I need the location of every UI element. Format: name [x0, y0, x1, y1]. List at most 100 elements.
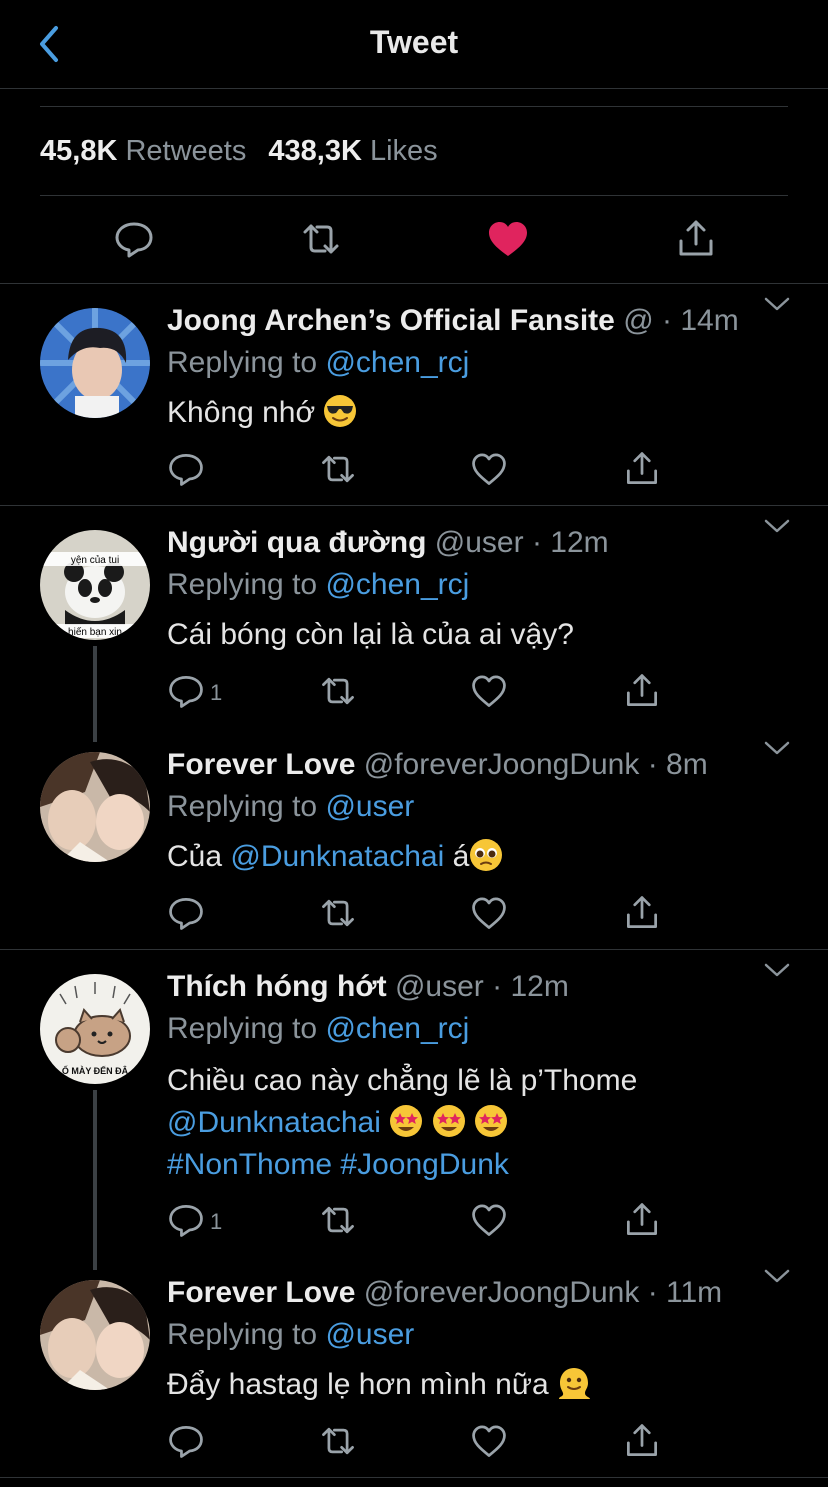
- reply-header: Forever Love @foreverJoongDunk · 11m: [167, 1276, 742, 1310]
- reply-icon[interactable]: [112, 217, 156, 261]
- replying-to-link[interactable]: @user: [325, 790, 414, 823]
- avatar[interactable]: Ố MÀY ĐẾN ĐÂ: [40, 974, 150, 1084]
- retweet-icon[interactable]: [318, 1421, 358, 1461]
- top-bar: Tweet: [0, 0, 828, 89]
- share-icon[interactable]: [622, 893, 662, 933]
- display-name[interactable]: Forever Love: [167, 1276, 355, 1309]
- handle[interactable]: @foreverJoongDunk: [364, 748, 640, 781]
- mention-link[interactable]: @Dunknatachai: [230, 840, 444, 873]
- reply-text: Không nhớ: [167, 392, 787, 434]
- reply-icon[interactable]: [166, 893, 206, 933]
- replying-to-link[interactable]: @chen_rcj: [325, 568, 469, 601]
- timestamp: · 12m: [531, 526, 609, 559]
- chevron-down-icon[interactable]: [762, 960, 792, 980]
- star-struck-emoji-icon: [432, 1104, 466, 1138]
- reply-text: Của @Dunknatachai á: [167, 836, 787, 878]
- reply-text-content: Không nhớ: [167, 396, 316, 429]
- reply-header: Forever Love @foreverJoongDunk · 8m: [167, 748, 742, 782]
- chevron-down-icon[interactable]: [762, 294, 792, 314]
- timestamp: · 12m: [492, 970, 569, 1003]
- reply-item[interactable]: yện của tui hiến bạn xin Người qua đường…: [0, 506, 828, 742]
- share-icon[interactable]: [622, 449, 662, 489]
- retweet-icon[interactable]: [318, 1200, 358, 1240]
- replying-label: Replying to: [167, 568, 318, 601]
- reply-text-prefix: Của: [167, 840, 231, 873]
- replying-to: Replying to @chen_rcj: [167, 346, 469, 380]
- reply-icon[interactable]: [166, 671, 206, 711]
- replying-label: Replying to: [167, 1012, 318, 1045]
- avatar-caption: Ố MÀY ĐẾN ĐÂ: [62, 1065, 129, 1076]
- reply-icon[interactable]: [166, 449, 206, 489]
- tweet-action-bar: [0, 195, 828, 284]
- replying-label: Replying to: [167, 790, 318, 823]
- reply-text: Cái bóng còn lại là của ai vậy?: [167, 618, 574, 651]
- handle[interactable]: @foreverJoongDunk: [364, 1276, 640, 1309]
- replying-label: Replying to: [167, 1318, 318, 1351]
- star-struck-emoji-icon: [389, 1104, 423, 1138]
- reply-header: Joong Archen’s Official Fansite @ · 14m: [167, 304, 742, 338]
- avatar[interactable]: [40, 752, 150, 862]
- reply-icon[interactable]: [166, 1421, 206, 1461]
- reply-icon[interactable]: [166, 1200, 206, 1240]
- reply-item[interactable]: Joong Archen’s Official Fansite @ · 14m …: [0, 284, 828, 506]
- handle[interactable]: @: [623, 304, 653, 337]
- display-name[interactable]: Forever Love: [167, 748, 355, 781]
- mention-link[interactable]: @Dunknatachai: [167, 1106, 381, 1139]
- replying-to-link[interactable]: @chen_rcj: [325, 1012, 469, 1045]
- reply-text-line: @Dunknatachai: [167, 1102, 787, 1144]
- replying-to-link[interactable]: @user: [325, 1318, 414, 1351]
- reply-count: 1: [210, 1209, 223, 1234]
- retweets-count[interactable]: 45,8K: [40, 135, 117, 167]
- display-name[interactable]: Thích hóng hớt: [167, 970, 387, 1003]
- retweet-icon[interactable]: [318, 449, 358, 489]
- avatar-caption: yện của tui: [71, 554, 119, 566]
- reply-header: Thích hóng hớt @user · 12m: [167, 970, 742, 1004]
- reply-text: Đẩy hastag lẹ hơn mình nữa: [167, 1364, 787, 1406]
- reply-text-line: Chiều cao này chẳng lẽ là p’Thome: [167, 1064, 638, 1097]
- reply-text: Chiều cao này chẳng lẽ là p’Thome @Dunkn…: [167, 1060, 787, 1186]
- likes-label[interactable]: Likes: [370, 135, 438, 167]
- tweet-stats: 45,8K Retweets 438,3K Likes: [40, 106, 788, 196]
- share-icon[interactable]: [622, 1421, 662, 1461]
- avatar[interactable]: [40, 308, 150, 418]
- share-icon[interactable]: [674, 217, 718, 261]
- likes-count[interactable]: 438,3K: [268, 135, 362, 167]
- handle[interactable]: @user: [435, 526, 524, 559]
- heart-icon[interactable]: [469, 449, 509, 489]
- handle[interactable]: @user: [395, 970, 484, 1003]
- retweets-label[interactable]: Retweets: [125, 135, 246, 167]
- retweet-icon[interactable]: [299, 217, 343, 261]
- chevron-down-icon[interactable]: [762, 1266, 792, 1286]
- replying-label: Replying to: [167, 346, 318, 379]
- reply-item[interactable]: Forever Love @foreverJoongDunk · 8m Repl…: [0, 728, 828, 950]
- hashtags[interactable]: #NonThome #JoongDunk: [167, 1144, 787, 1186]
- heart-icon[interactable]: [469, 893, 509, 933]
- avatar[interactable]: yện của tui hiến bạn xin: [40, 530, 150, 640]
- replying-to-link[interactable]: @chen_rcj: [325, 346, 469, 379]
- retweet-icon[interactable]: [318, 671, 358, 711]
- reply-item[interactable]: Forever Love @foreverJoongDunk · 11m Rep…: [0, 1256, 828, 1478]
- timestamp: · 14m: [662, 304, 739, 337]
- thread-line: [93, 1090, 97, 1270]
- reply-text-content: Đẩy hastag lẹ hơn mình nữa: [167, 1368, 549, 1401]
- retweet-icon[interactable]: [318, 893, 358, 933]
- chevron-down-icon[interactable]: [762, 738, 792, 758]
- display-name[interactable]: Joong Archen’s Official Fansite: [167, 304, 615, 337]
- melting-face-emoji-icon: [557, 1366, 591, 1400]
- avatar[interactable]: [40, 1280, 150, 1390]
- page-title: Tweet: [369, 24, 459, 60]
- display-name[interactable]: Người qua đường: [167, 526, 426, 559]
- heart-icon[interactable]: [469, 1200, 509, 1240]
- sunglasses-emoji-icon: [323, 394, 357, 428]
- replying-to: Replying to @chen_rcj: [167, 568, 469, 602]
- heart-icon[interactable]: [469, 1421, 509, 1461]
- star-struck-emoji-icon: [474, 1104, 508, 1138]
- reply-item[interactable]: Ố MÀY ĐẾN ĐÂ Thích hóng hớt @user · 12m …: [0, 950, 828, 1270]
- chevron-down-icon[interactable]: [762, 516, 792, 536]
- heart-icon[interactable]: [469, 671, 509, 711]
- timestamp: · 8m: [647, 748, 708, 781]
- share-icon[interactable]: [622, 671, 662, 711]
- share-icon[interactable]: [622, 1200, 662, 1240]
- heart-icon[interactable]: [486, 217, 530, 261]
- replying-to: Replying to @chen_rcj: [167, 1012, 469, 1046]
